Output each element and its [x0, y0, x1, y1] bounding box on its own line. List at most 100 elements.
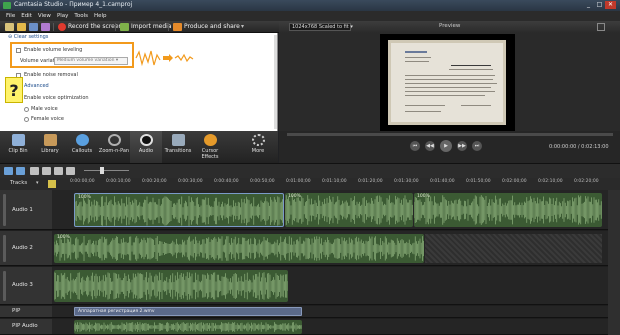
marker-icon[interactable]: [48, 180, 56, 188]
import-media-button[interactable]: Import media: [131, 22, 172, 32]
zoom-slider-thumb[interactable]: [100, 167, 104, 174]
track-header-audio-1[interactable]: Audio 1: [0, 190, 52, 230]
lane-pip-audio[interactable]: [52, 319, 620, 335]
import-icon[interactable]: [120, 23, 129, 31]
copy-icon[interactable]: [42, 167, 51, 175]
panel-scrollbar[interactable]: [274, 35, 277, 129]
save-icon[interactable]: [29, 23, 38, 31]
cut-icon[interactable]: [30, 167, 39, 175]
new-project-icon[interactable]: [5, 23, 14, 31]
noise-removal-label: Enable noise removal: [24, 72, 78, 78]
tab-more[interactable]: More: [242, 131, 274, 163]
ruler-tick: 0:02:00;00: [502, 179, 527, 184]
ruler-tick: 0:01:10;00: [322, 179, 347, 184]
lane-audio-3[interactable]: [52, 267, 620, 305]
menu-help[interactable]: Help: [94, 11, 107, 21]
ruler-tick: 0:01:50;00: [466, 179, 491, 184]
tab-transitions[interactable]: Transitions: [162, 131, 194, 163]
ruler-tick: 0:01:40;00: [430, 179, 455, 184]
volume-variation-select[interactable]: Medium volume variation ▾: [54, 57, 128, 65]
close-button[interactable]: ✕: [605, 1, 616, 9]
zoom-icon: [108, 134, 121, 146]
chevron-down-icon[interactable]: ▾: [36, 180, 39, 186]
certificate-image: [388, 40, 506, 125]
ruler-tick: 0:00:50;00: [250, 179, 275, 184]
title-bar: Camtasia Studio - Пример 4_1.camproj _ □…: [0, 0, 620, 11]
app-icon: [3, 2, 11, 9]
tab-library[interactable]: Library: [34, 131, 66, 163]
menu-file[interactable]: File: [6, 11, 15, 21]
redo-icon[interactable]: [16, 167, 25, 175]
ruler-tick: 0:00:40;00: [214, 179, 239, 184]
audio-clip[interactable]: 100%: [74, 193, 284, 227]
minimize-button[interactable]: _: [583, 1, 594, 9]
audio-icon: [140, 134, 153, 146]
audio-clip[interactable]: 100%: [285, 193, 413, 227]
play-button[interactable]: ▶: [440, 140, 452, 152]
track-header-audio-3[interactable]: Audio 3: [0, 267, 52, 305]
undo-icon[interactable]: [41, 23, 50, 31]
previous-clip-button[interactable]: ⏮: [410, 141, 420, 151]
menu-edit[interactable]: Edit: [21, 11, 32, 21]
tab-audio[interactable]: Audio: [130, 131, 162, 163]
zoom-slider[interactable]: [84, 170, 129, 171]
track-header-pip[interactable]: PIP: [0, 306, 52, 318]
advanced-link[interactable]: Advanced: [24, 83, 49, 89]
tab-clip-bin[interactable]: Clip Bin: [2, 131, 34, 163]
menu-bar: File Edit View Play Tools Help: [0, 11, 620, 21]
tab-cursor-effects[interactable]: Cursor Effects: [194, 131, 226, 163]
lane-audio-1[interactable]: 100% 100% 100%: [52, 190, 620, 230]
resolution-select[interactable]: 1024x768 Scaled to fit ▾: [289, 23, 353, 31]
female-voice-radio[interactable]: [24, 117, 29, 122]
lane-audio-2[interactable]: 100%: [52, 231, 620, 266]
menu-tools[interactable]: Tools: [74, 11, 88, 21]
ruler-tick: 0:00:30;00: [178, 179, 203, 184]
rewind-button[interactable]: ◀◀: [425, 141, 435, 151]
preview-scrubber[interactable]: [287, 133, 613, 136]
record-icon[interactable]: [58, 23, 66, 31]
male-voice-label: Male voice: [31, 106, 58, 112]
produce-icon[interactable]: [173, 23, 182, 31]
timeline-toolbar: [0, 163, 620, 178]
split-icon[interactable]: [66, 167, 75, 175]
more-icon: [252, 134, 265, 146]
menu-view[interactable]: View: [38, 11, 51, 21]
question-callout: ?: [5, 77, 23, 103]
audio-clip[interactable]: [54, 270, 288, 302]
maximize-button[interactable]: □: [594, 1, 605, 9]
detach-icon[interactable]: [597, 23, 605, 31]
paste-icon[interactable]: [54, 167, 63, 175]
ruler-tick: 0:00:20;00: [142, 179, 167, 184]
pip-clip[interactable]: Аппаратная регистрация 2.wmv: [74, 307, 302, 316]
menu-play[interactable]: Play: [57, 11, 68, 21]
track-name: Audio 1: [12, 207, 33, 213]
preview-area: 1024x768 Scaled to fit ▾ Preview: [279, 21, 620, 133]
ruler-tick: 0:01:00;00: [286, 179, 311, 184]
audio-panel: ⊖ Clear settings Enable volume leveling …: [0, 33, 278, 131]
audio-clip[interactable]: [74, 320, 302, 334]
produce-share-button[interactable]: Produce and share: [184, 22, 240, 32]
undo-icon[interactable]: [4, 167, 13, 175]
track-header-audio-2[interactable]: Audio 2: [0, 231, 52, 266]
tab-zoom-n-pan[interactable]: Zoom-n-Pan: [98, 131, 130, 163]
lane-pip[interactable]: Аппаратная регистрация 2.wmv: [52, 306, 620, 318]
timeline-scrollbar[interactable]: [608, 190, 620, 335]
voice-optimization-label: Enable voice optimization: [24, 95, 89, 101]
audio-clip[interactable]: 100%: [54, 234, 424, 263]
tracks-dropdown[interactable]: Tracks: [10, 180, 27, 186]
produce-dropdown-icon[interactable]: ▾: [241, 22, 244, 32]
empty-region: [425, 234, 602, 263]
task-tabs: Clip Bin Library Callouts Zoom-n-Pan Aud…: [0, 131, 278, 163]
track-name: PIP: [12, 308, 21, 314]
next-clip-button[interactable]: ⏭: [472, 141, 482, 151]
track-name: PIP Audio: [12, 323, 38, 329]
tab-callouts[interactable]: Callouts: [66, 131, 98, 163]
fast-forward-button[interactable]: ▶▶: [457, 141, 467, 151]
open-folder-icon[interactable]: [17, 23, 26, 31]
audio-clip[interactable]: 100%: [414, 193, 602, 227]
female-voice-label: Female voice: [31, 116, 64, 122]
male-voice-radio[interactable]: [24, 107, 29, 112]
volume-leveling-checkbox[interactable]: [16, 48, 21, 53]
ruler-tick: 0:02:10;00: [538, 179, 563, 184]
track-header-pip-audio[interactable]: PIP Audio: [0, 319, 52, 335]
